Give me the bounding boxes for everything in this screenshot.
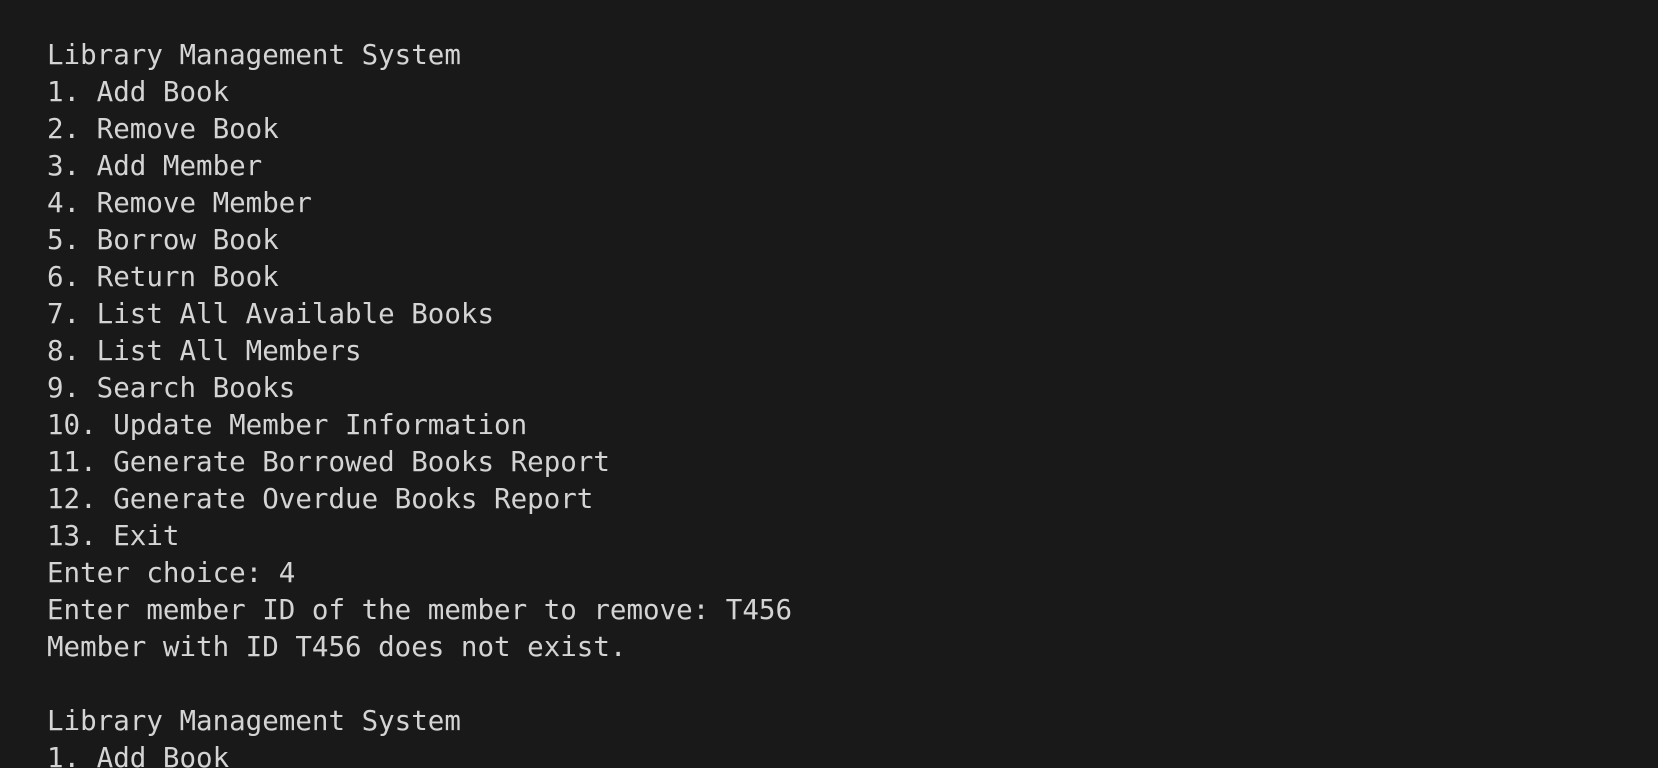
menu-item-overdue-report: 12. Generate Overdue Books Report [47,483,594,515]
menu-item-add-member: 3. Add Member [47,150,263,182]
menu-title-repeat: Library Management System [47,705,461,737]
menu-item-exit: 13. Exit [47,520,180,552]
menu-item-search-books: 9. Search Books [47,372,296,404]
menu-item-add-book-repeat: 1. Add Book [47,742,230,768]
menu-item-update-member: 10. Update Member Information [47,409,528,441]
menu-item-remove-book: 2. Remove Book [47,113,279,145]
menu-item-list-members: 8. List All Members [47,335,362,367]
result-message: Member with ID T456 does not exist. [47,631,627,663]
menu-item-list-available-books: 7. List All Available Books [47,298,495,330]
menu-item-add-book: 1. Add Book [47,76,230,108]
menu-item-remove-member: 4. Remove Member [47,187,312,219]
member-id-prompt: Enter member ID of the member to remove:… [47,594,793,626]
menu-item-borrow-book: 5. Borrow Book [47,224,279,256]
menu-item-borrowed-report: 11. Generate Borrowed Books Report [47,446,610,478]
choice-prompt: Enter choice: 4 [47,557,296,589]
menu-item-return-book: 6. Return Book [47,261,279,293]
terminal-output[interactable]: Library Management System 1. Add Book 2.… [0,0,1658,768]
menu-title: Library Management System [47,39,461,71]
